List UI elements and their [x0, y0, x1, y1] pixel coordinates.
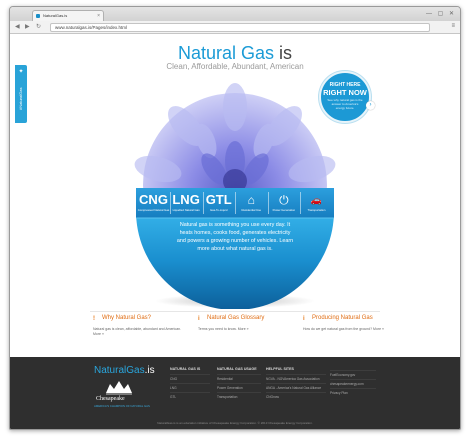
feature-desc: Natural gas is clean, affordable, abunda…: [93, 327, 182, 336]
footer-link[interactable]: Power Generation: [217, 383, 261, 392]
window-controls[interactable]: — ▢ ✕: [426, 10, 456, 17]
back-button[interactable]: ◀: [15, 23, 20, 31]
twitter-share-tab[interactable]: ✦ #NaturalGas: [15, 65, 27, 123]
features-row: ! Why Natural Gas? Natural gas is clean,…: [93, 315, 393, 349]
footer-col-more-sites: FuelEconomy.gov chesapeakeenergy.com Pri…: [330, 367, 376, 397]
footer-logo-is: .is: [144, 365, 155, 376]
reload-button[interactable]: ↻: [36, 23, 41, 31]
footer-col-heading: HELPFUL SITES: [266, 367, 294, 371]
browser-tab[interactable]: NaturalGas.is ×: [32, 10, 104, 21]
transportation-caption: Transportation: [307, 208, 326, 212]
info-icon: i: [198, 316, 200, 322]
footer-link[interactable]: Transportation: [217, 392, 261, 401]
info-icon: i: [303, 316, 305, 322]
feature-desc: Terms you need to know. More »: [198, 327, 249, 331]
footer-col-heading: NATURAL GAS IS: [170, 367, 201, 371]
company-name: Chesapeake: [96, 396, 125, 402]
footer-col-helpful-sites: HELPFUL SITES NGVA - NGVAmerica Gas Asso…: [266, 367, 326, 401]
lng-label: LNG: [172, 192, 200, 207]
copyright-text: NaturalGas.is is an education initiative…: [157, 421, 313, 425]
page-subtitle: Clean, Affordable, Abundant, American: [166, 62, 304, 71]
arrow-right-icon[interactable]: ›: [366, 101, 375, 110]
footer-col-natural-gas-is: NATURAL GAS IS CNG LNG GTL: [170, 367, 210, 401]
tab-title: NaturalGas.is: [43, 13, 68, 18]
footer-link[interactable]: Residential: [217, 374, 261, 383]
company-tagline: AMERICA'S CHAMPION OF NATURAL GAS: [94, 404, 150, 408]
footer-logo[interactable]: NaturalGas.is: [94, 365, 155, 376]
footer-logo-text: NaturalGas: [94, 365, 145, 376]
gtl-label: GTL: [205, 192, 232, 207]
footer-link[interactable]: GTL: [170, 392, 210, 401]
band-item-lng[interactable]: LNG Liquefied Natural Gas: [171, 188, 204, 218]
footer-link[interactable]: chesapeakeenergy.com: [330, 379, 376, 388]
gas-type-band: CNG Compressed Natural Gas LNG Liquefied…: [138, 188, 332, 218]
band-item-transportation[interactable]: 🚗 Transportation: [301, 188, 332, 218]
footer-col-heading: NATURAL GAS USAGE: [217, 367, 257, 371]
footer-link[interactable]: ANGA - America's Natural Gas Alliance: [266, 383, 326, 392]
title-is: is: [274, 43, 293, 63]
footer-link[interactable]: Privacy Plan: [330, 388, 376, 397]
feature-title[interactable]: Natural Gas Glossary: [207, 315, 264, 321]
car-icon: 🚗: [310, 195, 323, 205]
footer-link[interactable]: NGVA - NGVAmerica Gas Association: [266, 374, 326, 383]
address-bar[interactable]: www.naturalgas.is/Pages/index.html: [50, 23, 430, 32]
power-outlet-icon: ⏻: [279, 193, 289, 207]
alert-icon: !: [93, 316, 95, 322]
favicon-icon: [36, 14, 40, 18]
cng-label: CNG: [139, 192, 168, 207]
band-item-cng[interactable]: CNG Compressed Natural Gas: [138, 188, 171, 218]
forward-button[interactable]: ▶: [25, 23, 30, 31]
house-icon: ⌂: [247, 193, 255, 207]
page-content: ✦ #NaturalGas Natural Gas is Clean, Affo…: [10, 35, 460, 429]
tab-close-icon[interactable]: ×: [97, 11, 100, 21]
feature-desc: How do we get natural gas from the groun…: [303, 327, 384, 331]
band-item-power[interactable]: ⏻ Power Generation: [268, 188, 302, 218]
browser-toolbar: ◀ ▶ ↻ www.naturalgas.is/Pages/index.html…: [10, 21, 460, 34]
browser-menu-button[interactable]: ≡: [451, 23, 455, 29]
site-footer: NaturalGas.is Chesapeake AMERICA'S CHAMP…: [10, 357, 460, 429]
footer-col-usage: NATURAL GAS USAGE Residential Power Gene…: [217, 367, 261, 401]
tab-bar: NaturalGas.is × — ▢ ✕: [10, 7, 460, 21]
band-item-gtl[interactable]: GTL Gas-To-Liquid: [203, 188, 237, 218]
title-natural-gas: Natural Gas: [177, 43, 275, 63]
footer-link[interactable]: LNG: [170, 383, 210, 392]
band-item-residential[interactable]: ⌂ Residential Use: [236, 188, 269, 218]
page-title: Natural Gas is: [10, 43, 460, 63]
footer-link[interactable]: FuelEconomy.gov: [330, 370, 376, 379]
footer-link[interactable]: CNG: [170, 374, 210, 383]
features-divider: [90, 311, 380, 312]
footer-link[interactable]: CNGnow: [266, 392, 326, 401]
feature-title[interactable]: Why Natural Gas?: [102, 315, 151, 321]
feature-title[interactable]: Producing Natural Gas: [312, 315, 373, 321]
browser-window: NaturalGas.is × — ▢ ✕ ◀ ▶ ↻ www.naturalg…: [9, 6, 461, 430]
chesapeake-logo-icon: [106, 381, 132, 395]
share-label: #NaturalGas: [18, 87, 23, 111]
orb-description: Natural gas is something you use every d…: [176, 222, 294, 252]
